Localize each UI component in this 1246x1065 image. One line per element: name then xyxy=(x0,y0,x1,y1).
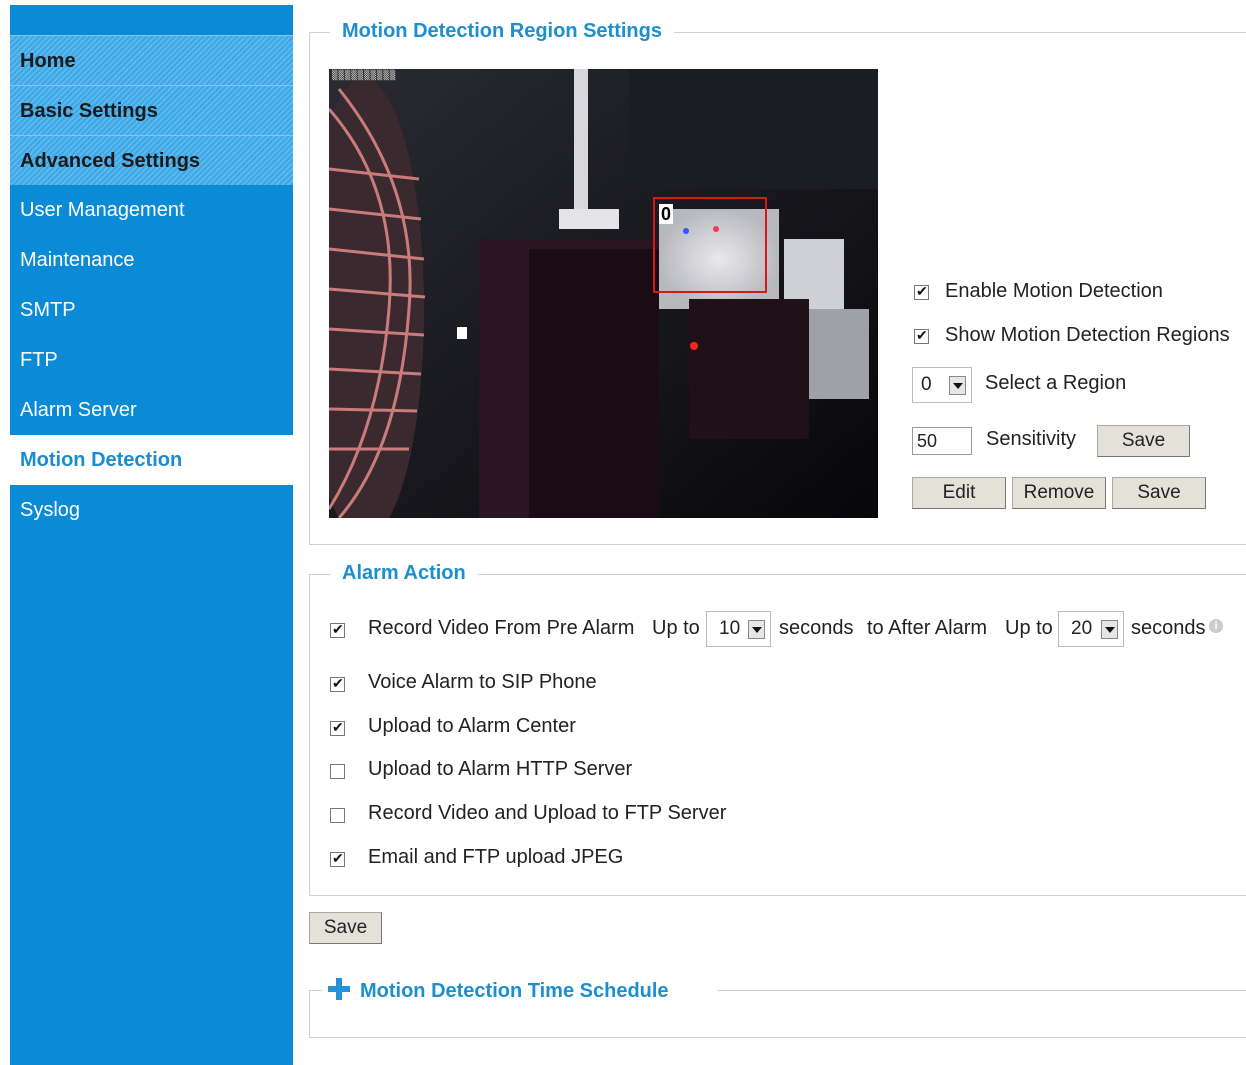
remove-region-button[interactable]: Remove xyxy=(1012,477,1106,509)
post-alarm-seconds-value: 20 xyxy=(1071,618,1093,639)
sidebar-item-home[interactable]: Home xyxy=(10,35,293,85)
schedule-legend-wrap[interactable]: Motion Detection Time Schedule xyxy=(322,978,718,1008)
save-button[interactable]: Save xyxy=(309,912,382,944)
upload-http-label: Upload to Alarm HTTP Server xyxy=(368,758,633,780)
voice-alarm-label: Voice Alarm to SIP Phone xyxy=(368,671,597,693)
sensitivity-label: Sensitivity xyxy=(986,428,1077,450)
edit-region-button[interactable]: Edit xyxy=(912,477,1006,509)
pre-alarm-seconds-label: seconds xyxy=(779,617,854,639)
motion-region-box[interactable]: 0 xyxy=(653,197,767,293)
camera-osd-text: ▒▒▒▒▒▒▒▒▒▒ xyxy=(332,71,397,81)
record-ftp-checkbox[interactable] xyxy=(330,808,345,823)
chevron-down-icon xyxy=(949,376,966,395)
sidebar-item-basic-settings[interactable]: Basic Settings xyxy=(10,85,293,135)
post-alarm-up-to-label: Up to xyxy=(1005,617,1053,639)
alarm-action-legend: Alarm Action xyxy=(330,562,478,585)
select-region-label: Select a Region xyxy=(985,372,1127,394)
schedule-legend[interactable]: Motion Detection Time Schedule xyxy=(356,980,673,1003)
camera-scene xyxy=(329,69,878,518)
region-select-value: 0 xyxy=(921,374,932,395)
record-video-checkbox[interactable] xyxy=(330,621,345,638)
chevron-down-icon xyxy=(748,620,765,639)
sidebar-item-ftp[interactable]: FTP xyxy=(10,335,293,385)
sidebar-nav: Home Basic Settings Advanced Settings Us… xyxy=(10,5,293,1065)
to-after-alarm-label: to After Alarm xyxy=(867,617,988,639)
sidebar-item-advanced-settings[interactable]: Advanced Settings xyxy=(10,135,293,185)
sidebar-item-maintenance[interactable]: Maintenance xyxy=(10,235,293,285)
upload-center-checkbox[interactable] xyxy=(330,719,345,736)
upload-center-label: Upload to Alarm Center xyxy=(368,715,576,737)
upload-http-checkbox[interactable] xyxy=(330,764,345,779)
chevron-down-icon xyxy=(1101,620,1118,639)
save-region-button[interactable]: Save xyxy=(1112,477,1206,509)
sidebar-item-user-management[interactable]: User Management xyxy=(10,185,293,235)
post-alarm-seconds-label: seconds xyxy=(1131,617,1206,639)
enable-motion-checkbox[interactable] xyxy=(914,283,929,300)
post-alarm-seconds-select[interactable]: 20 xyxy=(1058,611,1124,647)
sidebar-top xyxy=(10,5,293,35)
record-video-label: Record Video From Pre Alarm xyxy=(368,617,635,639)
motion-region-label: 0 xyxy=(659,204,674,224)
region-select[interactable]: 0 xyxy=(912,367,972,403)
voice-alarm-checkbox[interactable] xyxy=(330,675,345,692)
sensitivity-input[interactable]: 50 xyxy=(912,427,972,455)
sidebar-item-smtp[interactable]: SMTP xyxy=(10,285,293,335)
sidebar-item-syslog[interactable]: Syslog xyxy=(10,485,293,535)
pre-alarm-up-to-label: Up to xyxy=(652,617,700,639)
pre-alarm-seconds-select[interactable]: 10 xyxy=(706,611,771,647)
record-ftp-label: Record Video and Upload to FTP Server xyxy=(368,802,727,824)
show-regions-checkbox[interactable] xyxy=(914,327,929,344)
camera-preview[interactable]: ▒▒▒▒▒▒▒▒▒▒ 0 xyxy=(329,69,878,518)
sidebar-item-alarm-server[interactable]: Alarm Server xyxy=(10,385,293,435)
sensitivity-save-button[interactable]: Save xyxy=(1097,425,1190,457)
pre-alarm-seconds-value: 10 xyxy=(719,618,741,639)
show-regions-label: Show Motion Detection Regions xyxy=(945,324,1230,346)
enable-motion-label: Enable Motion Detection xyxy=(945,280,1163,302)
region-settings-legend: Motion Detection Region Settings xyxy=(330,20,674,43)
email-ftp-label: Email and FTP upload JPEG xyxy=(368,846,624,868)
expand-plus-icon[interactable] xyxy=(328,978,350,1000)
email-ftp-checkbox[interactable] xyxy=(330,850,345,867)
info-icon[interactable]: i xyxy=(1209,619,1223,633)
sidebar-item-motion-detection[interactable]: Motion Detection xyxy=(10,435,293,485)
